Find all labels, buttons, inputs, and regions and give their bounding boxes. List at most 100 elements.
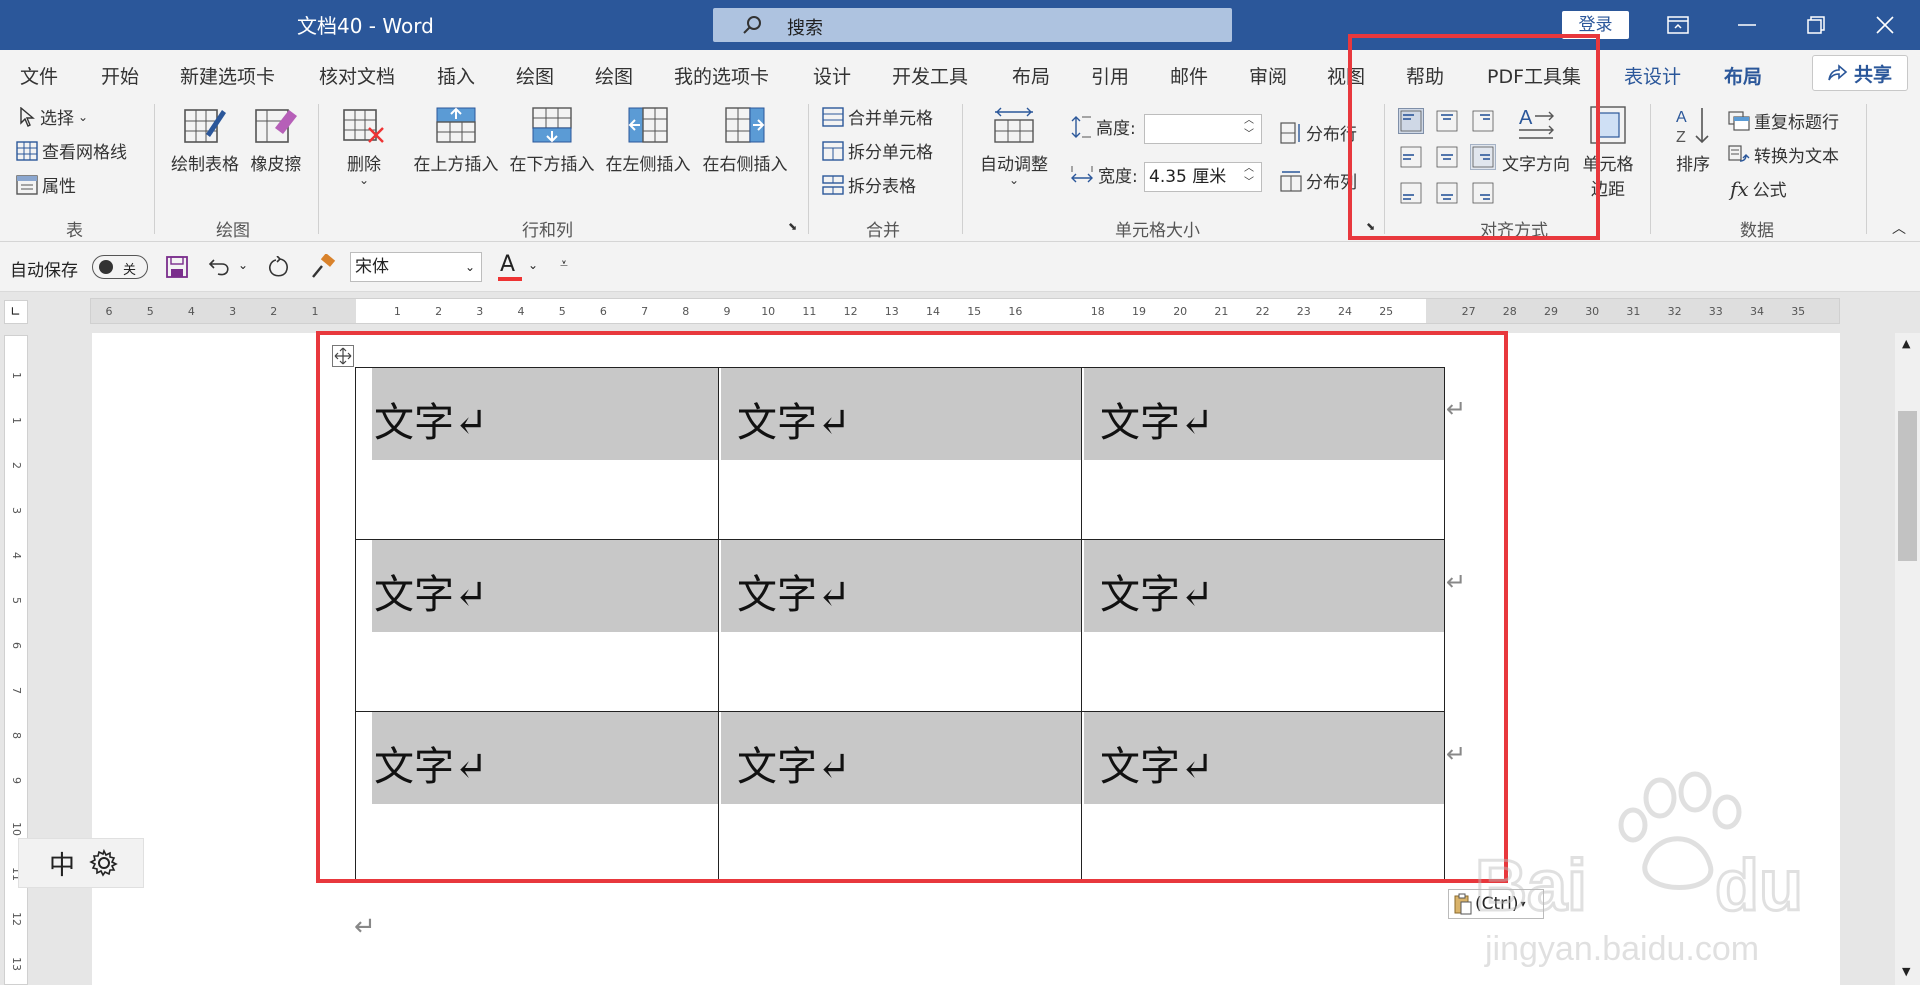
- tab-check-doc[interactable]: 核对文档: [319, 62, 395, 89]
- insert-below-button[interactable]: 在下方插入: [504, 104, 600, 175]
- tab-file[interactable]: 文件: [20, 62, 58, 89]
- autofit-label: 自动调整: [980, 155, 1048, 175]
- convert-to-text-button[interactable]: 转换为文本: [1728, 142, 1839, 167]
- insert-below-icon: [532, 107, 572, 143]
- font-color-icon[interactable]: A: [500, 252, 515, 277]
- ime-toolbar: 中: [18, 838, 144, 888]
- repeat-header-icon: [1728, 110, 1750, 131]
- tab-layout[interactable]: 布局: [1012, 62, 1050, 89]
- ruler-number: 9: [10, 777, 23, 784]
- tab-review[interactable]: 审阅: [1249, 62, 1287, 89]
- restore-button[interactable]: [1785, 0, 1847, 50]
- eraser-icon: [255, 109, 297, 143]
- search-box[interactable]: 搜索: [713, 8, 1232, 42]
- scroll-up-icon[interactable]: ▲: [1902, 337, 1910, 350]
- ruler-number: 6: [599, 305, 607, 318]
- insert-left-icon: [628, 107, 668, 143]
- select-button[interactable]: 选择 ⌄: [18, 104, 88, 129]
- ruler-number: 24: [1338, 305, 1352, 318]
- sort-icon: AZ: [1676, 108, 1709, 146]
- close-button[interactable]: [1854, 0, 1916, 50]
- distribute-rows-icon: [1280, 121, 1300, 144]
- insert-above-button[interactable]: 在上方插入: [408, 104, 504, 175]
- baidu-watermark-logo: Bai du jingyan.baidu.com: [1474, 771, 1804, 968]
- font-color-dropdown-icon[interactable]: ⌄: [528, 258, 538, 272]
- save-icon[interactable]: [166, 256, 188, 278]
- autofit-button[interactable]: 自动调整 ⌄: [972, 104, 1056, 186]
- ruler-number: 32: [1667, 305, 1682, 318]
- ruler-number: 6: [10, 642, 23, 649]
- formula-button[interactable]: fx 公式: [1730, 176, 1787, 202]
- ribbon-display-options-button[interactable]: [1647, 0, 1709, 50]
- scrollbar-thumb[interactable]: [1898, 411, 1917, 561]
- split-table-label: 拆分表格: [848, 177, 916, 197]
- format-painter-icon[interactable]: [310, 254, 336, 280]
- insert-left-button[interactable]: 在左侧插入: [600, 104, 696, 175]
- height-spinner[interactable]: ︿ ﹀: [1244, 114, 1254, 142]
- redo-icon[interactable]: [266, 256, 290, 278]
- gear-icon[interactable]: [89, 848, 119, 878]
- properties-icon: [16, 174, 38, 195]
- split-table-icon: [822, 174, 844, 195]
- tab-references[interactable]: 引用: [1091, 62, 1129, 89]
- merge-cells-label: 合并单元格: [848, 109, 933, 129]
- sort-button[interactable]: AZ 排序: [1664, 104, 1722, 175]
- document-title: 文档40 - Word: [297, 14, 434, 38]
- insert-right-button[interactable]: 在右侧插入: [697, 104, 793, 175]
- collapse-ribbon-icon[interactable]: ︿: [1892, 218, 1906, 238]
- tab-my-tab[interactable]: 我的选项卡: [674, 62, 769, 89]
- font-name-select[interactable]: 宋体 ⌄: [350, 252, 482, 282]
- font-color-bar: [498, 277, 522, 281]
- ruler-number: 5: [558, 305, 566, 318]
- title-bar: 文档40 - Word 搜索 登录: [0, 0, 1920, 50]
- ruler-number: 2: [270, 305, 278, 318]
- vertical-scrollbar[interactable]: ▲ ▼: [1895, 333, 1920, 985]
- ribbon-tabs: 文件 开始 新建选项卡 核对文档 插入 绘图 绘图 我的选项卡 设计 开发工具 …: [0, 50, 1920, 99]
- horizontal-ruler[interactable]: 6 5 4 3 2 1 1 2 3 4 5 6 7 8 9 10 11 12 13 14 15 16 18 19 20 21 22 2…: [90, 298, 1840, 324]
- search-icon: [743, 16, 761, 34]
- tab-table-layout[interactable]: 布局: [1724, 62, 1763, 99]
- tab-new-tab[interactable]: 新建选项卡: [180, 62, 275, 89]
- chevron-down-icon: ⌄: [358, 173, 370, 187]
- formula-label: 公式: [1752, 181, 1787, 201]
- width-spinner[interactable]: ︿ ﹀: [1244, 162, 1254, 190]
- view-gridlines-button[interactable]: 查看网格线: [16, 138, 127, 163]
- ime-mode[interactable]: 中: [49, 845, 75, 882]
- delete-button[interactable]: 删除 ⌄: [336, 104, 392, 187]
- minimize-button[interactable]: [1716, 0, 1778, 50]
- repeat-header-label: 重复标题行: [1754, 113, 1839, 133]
- repeat-header-button[interactable]: 重复标题行: [1728, 108, 1839, 133]
- tab-insert[interactable]: 插入: [437, 62, 475, 89]
- properties-label: 属性: [42, 177, 76, 197]
- merge-cells-button[interactable]: 合并单元格: [822, 104, 933, 129]
- sort-label: 排序: [1676, 155, 1710, 175]
- eraser-button[interactable]: 橡皮擦: [246, 104, 306, 175]
- split-table-button[interactable]: 拆分表格: [822, 172, 916, 197]
- undo-icon[interactable]: [208, 256, 232, 278]
- tab-developer[interactable]: 开发工具: [892, 62, 968, 89]
- draw-table-button[interactable]: 绘制表格: [166, 104, 244, 175]
- tab-mailings[interactable]: 邮件: [1170, 62, 1208, 89]
- tab-design[interactable]: 设计: [813, 62, 851, 89]
- ruler-number: 11: [802, 305, 817, 318]
- share-button[interactable]: 共享: [1812, 55, 1908, 91]
- tab-home[interactable]: 开始: [101, 62, 139, 89]
- scroll-down-icon[interactable]: ▼: [1902, 965, 1910, 978]
- tab-draw-2[interactable]: 绘图: [595, 62, 633, 89]
- tab-draw-1[interactable]: 绘图: [516, 62, 554, 89]
- insert-right-label: 在右侧插入: [702, 155, 788, 175]
- ruler-number: 21: [1214, 305, 1229, 318]
- tab-table-design[interactable]: 表设计: [1624, 62, 1681, 89]
- autosave-toggle[interactable]: 关: [92, 255, 148, 279]
- undo-dropdown-icon[interactable]: ⌄: [238, 258, 248, 272]
- delete-label: 删除: [347, 155, 381, 175]
- gridlines-icon: [16, 140, 38, 161]
- properties-button[interactable]: 属性: [16, 172, 76, 197]
- tab-selector[interactable]: ∟: [4, 300, 28, 324]
- distribute-rows-button[interactable]: 分布行: [1280, 120, 1357, 145]
- distribute-cols-button[interactable]: 分布列: [1280, 168, 1357, 193]
- ruler-number: 1: [10, 417, 23, 424]
- split-cells-button[interactable]: 拆分单元格: [822, 138, 933, 163]
- customize-toolbar-icon[interactable]: ⩡: [560, 256, 568, 272]
- dialog-launcher-icon[interactable]: ⬊: [788, 220, 797, 233]
